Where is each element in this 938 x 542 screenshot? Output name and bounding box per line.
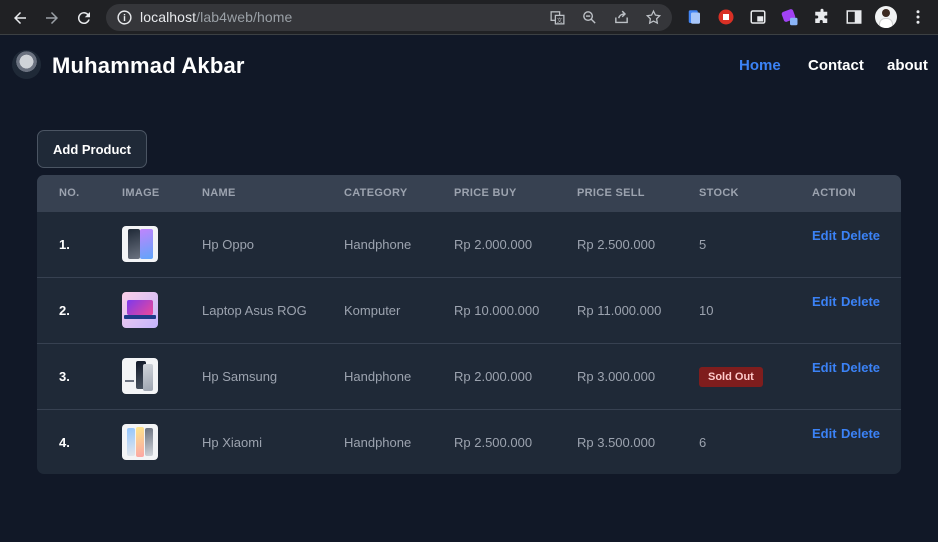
url-text[interactable]: localhost/lab4web/home (140, 9, 292, 25)
row-number: 2. (59, 303, 70, 318)
forward-arrow-icon[interactable] (42, 8, 62, 28)
translate-icon[interactable]: 文 (549, 9, 566, 26)
product-price-buy: Rp 2.000.000 (454, 369, 533, 384)
product-image (122, 424, 158, 460)
puzzle-icon[interactable] (813, 8, 831, 26)
url-path: /lab4web/home (196, 9, 293, 25)
back-arrow-icon[interactable] (10, 8, 30, 28)
edit-link[interactable]: Edit (812, 360, 837, 375)
extension-icon[interactable] (685, 8, 703, 26)
info-icon[interactable] (116, 9, 133, 26)
zoom-icon[interactable] (581, 9, 598, 26)
share-icon[interactable] (613, 9, 630, 26)
bookmark-star-icon[interactable] (645, 9, 662, 26)
column-header-action: ACTION (812, 187, 856, 199)
edit-link[interactable]: Edit (812, 228, 837, 243)
edit-link[interactable]: Edit (812, 294, 837, 309)
column-header-image: IMAGE (122, 187, 160, 199)
row-number: 3. (59, 369, 70, 384)
delete-link[interactable]: Delete (841, 228, 880, 243)
product-category: Handphone (344, 237, 412, 252)
product-price-sell: Rp 11.000.000 (577, 303, 662, 318)
product-stock: 10 (699, 303, 714, 318)
add-product-button[interactable]: Add Product (37, 130, 147, 168)
brand-name[interactable]: Muhammad Akbar (52, 53, 245, 79)
address-bar[interactable]: localhost/lab4web/home 文 (106, 4, 672, 31)
product-image (122, 292, 158, 328)
sold-out-badge: Sold Out (699, 367, 763, 387)
url-host: localhost (140, 9, 197, 25)
table-row: 3. Hp Samsung Handphone Rp 2.000.000 Rp … (37, 343, 901, 409)
profile-avatar[interactable] (875, 6, 897, 28)
table-row: 4. Hp Xiaomi Handphone Rp 2.500.000 Rp 3… (37, 409, 901, 474)
product-stock: 5 (699, 237, 707, 252)
product-price-buy: Rp 2.000.000 (454, 237, 533, 252)
table-row: 2. Laptop Asus ROG Komputer Rp 10.000.00… (37, 277, 901, 343)
product-image (122, 358, 158, 394)
table-row: 1. Hp Oppo Handphone Rp 2.000.000 Rp 2.5… (37, 211, 901, 277)
product-name: Hp Oppo (202, 237, 255, 252)
table-header: NO. IMAGE NAME CATEGORY PRICE BUY PRICE … (37, 175, 901, 211)
product-category: Handphone (344, 435, 412, 450)
product-price-sell: Rp 3.000.000 (577, 369, 656, 384)
delete-link[interactable]: Delete (841, 294, 880, 309)
column-header-category: CATEGORY (344, 187, 408, 199)
column-header-price-sell: PRICE SELL (577, 187, 645, 199)
product-name: Hp Xiaomi (202, 435, 262, 450)
product-table: NO. IMAGE NAME CATEGORY PRICE BUY PRICE … (37, 175, 901, 474)
edit-link[interactable]: Edit (812, 426, 837, 441)
column-header-stock: STOCK (699, 187, 739, 199)
reload-icon[interactable] (74, 8, 94, 28)
sidebar-icon[interactable] (845, 8, 863, 26)
more-menu-icon[interactable] (909, 8, 927, 26)
product-price-buy: Rp 2.500.000 (454, 435, 533, 450)
delete-link[interactable]: Delete (841, 360, 880, 375)
product-stock: 6 (699, 435, 707, 450)
browser-toolbar: localhost/lab4web/home 文 (0, 0, 938, 35)
extension-icon[interactable] (749, 8, 767, 26)
extension-icon[interactable] (781, 8, 799, 26)
nav-about[interactable]: about (887, 57, 928, 74)
column-header-name: NAME (202, 187, 236, 199)
extension-icon[interactable] (717, 8, 735, 26)
product-name: Laptop Asus ROG (202, 303, 307, 318)
avatar (12, 50, 41, 79)
nav-contact[interactable]: Contact (808, 57, 864, 74)
product-price-sell: Rp 3.500.000 (577, 435, 656, 450)
product-name: Hp Samsung (202, 369, 278, 384)
product-category: Handphone (344, 369, 412, 384)
nav-home[interactable]: Home (739, 57, 781, 74)
product-price-buy: Rp 10.000.000 (454, 303, 540, 318)
column-header-price-buy: PRICE BUY (454, 187, 517, 199)
product-price-sell: Rp 2.500.000 (577, 237, 656, 252)
column-header-no: NO. (59, 187, 80, 199)
row-number: 4. (59, 435, 70, 450)
product-category: Komputer (344, 303, 401, 318)
delete-link[interactable]: Delete (841, 426, 880, 441)
product-image (122, 226, 158, 262)
row-number: 1. (59, 237, 70, 252)
